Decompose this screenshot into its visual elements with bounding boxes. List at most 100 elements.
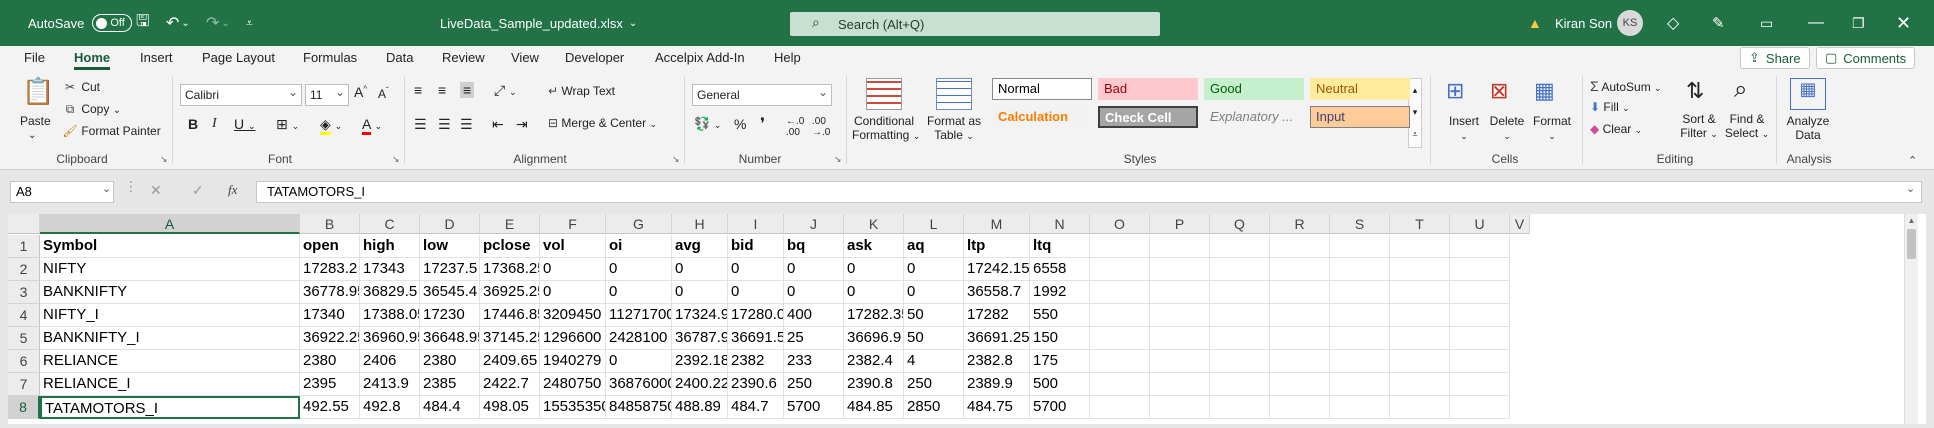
cell-l1[interactable]: aq [904, 235, 964, 258]
merge-center-button[interactable]: ⊟ Merge & Center ⌄ [548, 116, 657, 130]
cell-a3[interactable]: BANKNIFTY [40, 281, 300, 304]
number-launcher-icon[interactable]: ↘ [834, 154, 842, 165]
cell-u3[interactable] [1450, 281, 1510, 304]
align-right-icon[interactable]: ☰ [460, 116, 473, 133]
format-as-table-icon[interactable] [936, 78, 972, 110]
cell-e5[interactable]: 37145.25 [480, 327, 540, 350]
cell-f6[interactable]: 1940279 [540, 350, 606, 373]
paste-icon[interactable]: 📋 [22, 76, 54, 107]
cell-l5[interactable]: 50 [904, 327, 964, 350]
tab-formulas[interactable]: Formulas [303, 48, 357, 70]
cell-r2[interactable] [1270, 258, 1330, 281]
cell-e8[interactable]: 498.05 [480, 396, 540, 419]
cell-c8[interactable]: 492.8 [360, 396, 420, 419]
cell-l6[interactable]: 4 [904, 350, 964, 373]
cell-c1[interactable]: high [360, 235, 420, 258]
column-header-v[interactable]: V [1510, 214, 1530, 234]
font-size-select[interactable]: 11 [305, 82, 349, 106]
cell-o4[interactable] [1090, 304, 1150, 327]
fill-color-icon[interactable]: ◈ ⌄ [320, 116, 342, 135]
cell-j6[interactable]: 233 [784, 350, 844, 373]
percent-icon[interactable]: % [734, 116, 746, 132]
borders-icon[interactable]: ⊞ ⌄ [276, 116, 299, 133]
cell-m8[interactable]: 484.75 [964, 396, 1030, 419]
cell-g8[interactable]: 84858750 [606, 396, 672, 419]
cell-p4[interactable] [1150, 304, 1210, 327]
collapse-ribbon-icon[interactable]: ⌃ [1908, 154, 1917, 167]
column-header-k[interactable]: K [844, 214, 904, 234]
cell-t4[interactable] [1390, 304, 1450, 327]
cell-a1[interactable]: Symbol [40, 235, 300, 258]
decrease-decimal-icon[interactable]: .00 →.0 [812, 116, 830, 138]
cell-f8[interactable]: 15535350 [540, 396, 606, 419]
tab-home[interactable]: Home [74, 48, 111, 70]
cell-e3[interactable]: 36925.25 [480, 281, 540, 304]
cell-f2[interactable]: 0 [540, 258, 606, 281]
cell-d4[interactable]: 17230 [420, 304, 480, 327]
cell-b5[interactable]: 36922.25 [300, 327, 360, 350]
user-name[interactable]: Kiran Son [1555, 0, 1612, 46]
cell-i7[interactable]: 2390.6 [728, 373, 784, 396]
cell-n4[interactable]: 550 [1030, 304, 1090, 327]
cell-t2[interactable] [1390, 258, 1450, 281]
column-header-o[interactable]: O [1090, 214, 1150, 234]
cell-g6[interactable]: 0 [606, 350, 672, 373]
cell-u6[interactable] [1450, 350, 1510, 373]
cell-a6[interactable]: RELIANCE [40, 350, 300, 373]
format-as-table-button[interactable]: Format as Table ⌄ [924, 114, 984, 142]
cell-p7[interactable] [1150, 373, 1210, 396]
warning-icon[interactable]: ▲ [1528, 0, 1542, 46]
cell-q1[interactable] [1210, 235, 1270, 258]
avatar[interactable]: KS [1617, 10, 1643, 36]
format-painter-button[interactable]: 🖌 Format Painter [62, 124, 160, 138]
cell-e2[interactable]: 17368.25 [480, 258, 540, 281]
column-header-u[interactable]: U [1450, 214, 1510, 234]
cell-i3[interactable]: 0 [728, 281, 784, 304]
cell-s7[interactable] [1330, 373, 1390, 396]
close-icon[interactable]: ✕ [1896, 0, 1911, 46]
cell-h7[interactable]: 2400.22 [672, 373, 728, 396]
column-header-j[interactable]: J [784, 214, 844, 234]
select-all-corner[interactable] [8, 214, 40, 234]
cell-t3[interactable] [1390, 281, 1450, 304]
paste-chevron-icon[interactable]: ⌄ [28, 130, 36, 141]
cell-i1[interactable]: bid [728, 235, 784, 258]
cell-n7[interactable]: 500 [1030, 373, 1090, 396]
cell-q7[interactable] [1210, 373, 1270, 396]
cell-k5[interactable]: 36696.9 [844, 327, 904, 350]
font-color-icon[interactable]: A ⌄ [362, 116, 382, 135]
cell-q3[interactable] [1210, 281, 1270, 304]
format-cells-button[interactable]: Format ⌄ [1528, 114, 1576, 142]
cell-k7[interactable]: 2390.8 [844, 373, 904, 396]
cell-p1[interactable] [1150, 235, 1210, 258]
align-top-icon[interactable]: ≡ [414, 82, 422, 98]
cell-f5[interactable]: 1296600 [540, 327, 606, 350]
column-header-q[interactable]: Q [1210, 214, 1270, 234]
cell-g4[interactable]: 11271700 [606, 304, 672, 327]
cell-t6[interactable] [1390, 350, 1450, 373]
cell-c3[interactable]: 36829.5 [360, 281, 420, 304]
cell-i4[interactable]: 17280.05 [728, 304, 784, 327]
cell-b3[interactable]: 36778.95 [300, 281, 360, 304]
cell-g1[interactable]: oi [606, 235, 672, 258]
minimize-icon[interactable]: — [1808, 0, 1824, 46]
row-header-4[interactable]: 4 [8, 304, 40, 327]
autosave-toggle[interactable]: Off [92, 14, 133, 32]
cell-f1[interactable]: vol [540, 235, 606, 258]
enter-icon[interactable]: ✓ [192, 182, 204, 199]
column-header-b[interactable]: B [300, 214, 360, 234]
vertical-scrollbar[interactable]: ▲ [1904, 214, 1918, 424]
cell-h6[interactable]: 2392.18 [672, 350, 728, 373]
cell-b7[interactable]: 2395 [300, 373, 360, 396]
restore-icon[interactable]: ❐ [1852, 0, 1865, 46]
cell-m3[interactable]: 36558.7 [964, 281, 1030, 304]
conditional-formatting-button[interactable]: Conditional Formatting ⌄ [852, 114, 920, 142]
cell-l4[interactable]: 50 [904, 304, 964, 327]
cell-m2[interactable]: 17242.15 [964, 258, 1030, 281]
cell-r3[interactable] [1270, 281, 1330, 304]
cell-m4[interactable]: 17282 [964, 304, 1030, 327]
cell-o8[interactable] [1090, 396, 1150, 419]
formula-bar-options-icon[interactable]: ⋮ [124, 178, 138, 195]
cell-b4[interactable]: 17340 [300, 304, 360, 327]
cut-button[interactable]: ✂ Cut [62, 80, 100, 94]
